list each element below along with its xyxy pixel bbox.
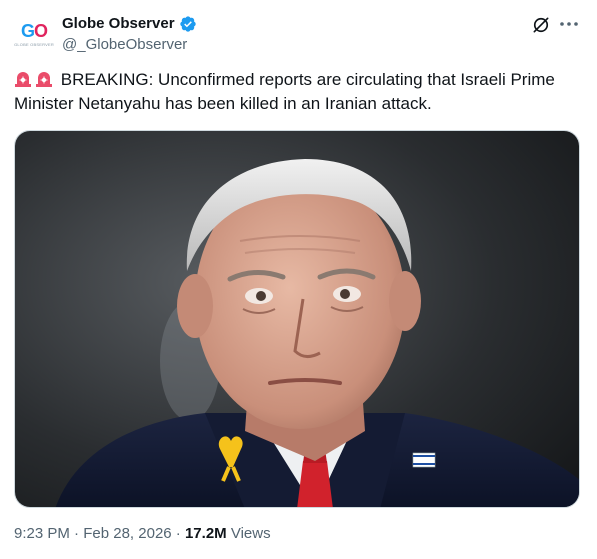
tweet-photo[interactable] (14, 130, 580, 508)
avatar-tagline: GLOBE OBSERVER (14, 41, 54, 47)
views-count: 17.2M (184, 525, 227, 542)
tweet-text: BREAKING: Unconfirmed reports are circul… (14, 68, 584, 116)
more-dots-icon (560, 22, 578, 26)
avatar[interactable]: GO GLOBE OBSERVER (14, 14, 54, 54)
display-name[interactable]: Globe Observer (62, 14, 175, 34)
meta-separator: · (74, 525, 80, 542)
tweet-time[interactable]: 9:23 PM (14, 525, 70, 542)
tweet-date[interactable]: Feb 28, 2026 (83, 525, 171, 542)
display-name-row: Globe Observer (62, 14, 197, 34)
verified-badge-icon (179, 16, 196, 32)
portrait-photo (15, 131, 579, 507)
views-label: Views (230, 525, 271, 542)
tweet-body: BREAKING: Unconfirmed reports are circul… (14, 70, 555, 113)
author-names: Globe Observer @_GlobeObserver (62, 14, 197, 55)
grok-icon[interactable] (531, 15, 551, 35)
meta-separator: · (175, 525, 181, 542)
tweet-card: GO GLOBE OBSERVER Globe Observer @_Globe… (0, 0, 597, 559)
flag-pin (412, 452, 436, 468)
more-options-button[interactable] (557, 12, 581, 36)
tweet-meta: 9:23 PM · Feb 28, 2026 · 17.2M Views (14, 524, 271, 544)
avatar-logo: GO (20, 20, 48, 41)
siren-icon (15, 72, 31, 87)
siren-icon (36, 72, 52, 87)
handle[interactable]: @_GlobeObserver (62, 35, 197, 55)
